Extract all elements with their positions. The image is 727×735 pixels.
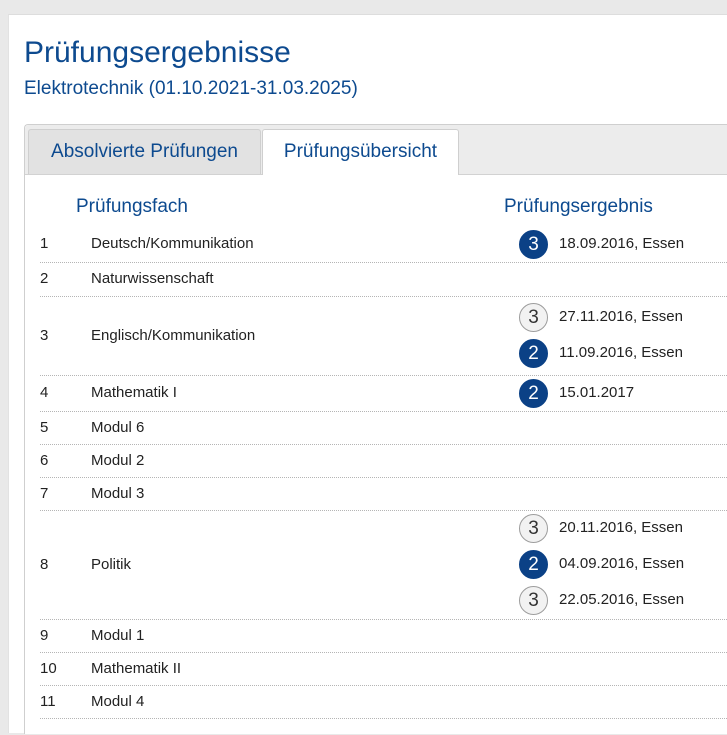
grade-badge: 2 xyxy=(519,378,548,408)
table-row: 1 Deutsch/Kommunikation 3 18.09.2016, Essen xyxy=(40,226,727,263)
result-date-location: 22.05.2016, Essen xyxy=(559,591,685,608)
result-date-location: 18.09.2016, Essen xyxy=(559,234,685,252)
page-subtitle: Elektrotechnik (01.10.2021-31.03.2025) xyxy=(24,78,358,99)
table-row: 8 Politik 3 20.11.2016, Essen 2 04.09.2016, E… xyxy=(40,510,727,620)
grade-badge: 3 xyxy=(519,514,548,543)
column-header-result: Prüfungsergebnis xyxy=(504,196,653,217)
column-header-subject: Prüfungsfach xyxy=(76,196,188,217)
result-date-location: 11.09.2016, Essen xyxy=(559,344,683,361)
subject-name: Englisch/Kommunikation xyxy=(91,326,256,344)
tab-absolvierte-pruefungen[interactable]: Absolvierte Prüfungen xyxy=(28,129,261,174)
row-number: 2 xyxy=(40,270,49,287)
result-date-location: 04.09.2016, Essen xyxy=(559,555,685,572)
table-row: 5 Modul 6 xyxy=(40,411,727,445)
row-number: 9 xyxy=(40,626,49,644)
subject-name: Modul 3 xyxy=(91,484,145,502)
table-row: 6 Modul 2 xyxy=(40,444,727,478)
row-number: 11 xyxy=(40,692,56,710)
subject-name: Modul 4 xyxy=(91,692,145,710)
table-row: 7 Modul 3 xyxy=(40,477,727,511)
row-number: 5 xyxy=(40,418,49,436)
grade-badge: 2 xyxy=(519,339,548,368)
result-date-location: 27.11.2016, Essen xyxy=(559,308,683,325)
table-row: 11 Modul 4 xyxy=(40,685,727,719)
result-date-location: 20.11.2016, Essen xyxy=(559,519,683,536)
result-date-location: 15.01.2017 xyxy=(559,383,635,401)
subject-name: Politik xyxy=(91,555,132,573)
row-number: 7 xyxy=(40,484,49,502)
table-row: 10 Mathematik II xyxy=(40,652,727,686)
grade-badge: 3 xyxy=(519,303,548,332)
subject-name: Modul 2 xyxy=(91,451,145,469)
grade-badge: 3 xyxy=(519,586,548,615)
subject-name: Deutsch/Kommunikation xyxy=(91,235,254,252)
results-table: Prüfungsfach Prüfungsergebnis 1 Deutsch/K… xyxy=(25,195,727,735)
subject-name: Modul 1 xyxy=(91,626,145,644)
tab-pruefungsuebersicht[interactable]: Prüfungsübersicht xyxy=(262,129,459,175)
table-row: 3 Englisch/Kommunikation 3 27.11.2016, Esse… xyxy=(40,296,727,376)
row-number: 6 xyxy=(40,451,49,469)
row-number: 3 xyxy=(40,326,49,344)
grade-badge: 2 xyxy=(519,550,548,579)
subject-name: Mathematik I xyxy=(91,384,177,401)
subject-name: Mathematik II xyxy=(91,659,182,677)
row-number: 1 xyxy=(40,235,49,252)
row-number: 4 xyxy=(40,384,49,401)
subject-name: Modul 6 xyxy=(91,418,145,436)
subject-name: Naturwissenschaft xyxy=(91,270,214,287)
grade-badge: 3 xyxy=(519,229,548,259)
table-row: 9 Modul 1 xyxy=(40,619,727,653)
row-number: 8 xyxy=(40,555,49,573)
row-number: 10 xyxy=(40,659,57,677)
results-card: Prüfungsergebnisse Elektrotechnik (01.10… xyxy=(8,14,727,734)
tab-panel: Absolvierte Prüfungen Prüfungsübersicht … xyxy=(24,124,727,734)
tab-strip: Absolvierte Prüfungen Prüfungsübersicht xyxy=(25,125,727,175)
table-row: 4 Mathematik I 2 15.01.2017 xyxy=(40,375,727,412)
table-row: 2 Naturwissenschaft xyxy=(40,262,727,297)
page-title: Prüfungsergebnisse xyxy=(24,36,291,69)
